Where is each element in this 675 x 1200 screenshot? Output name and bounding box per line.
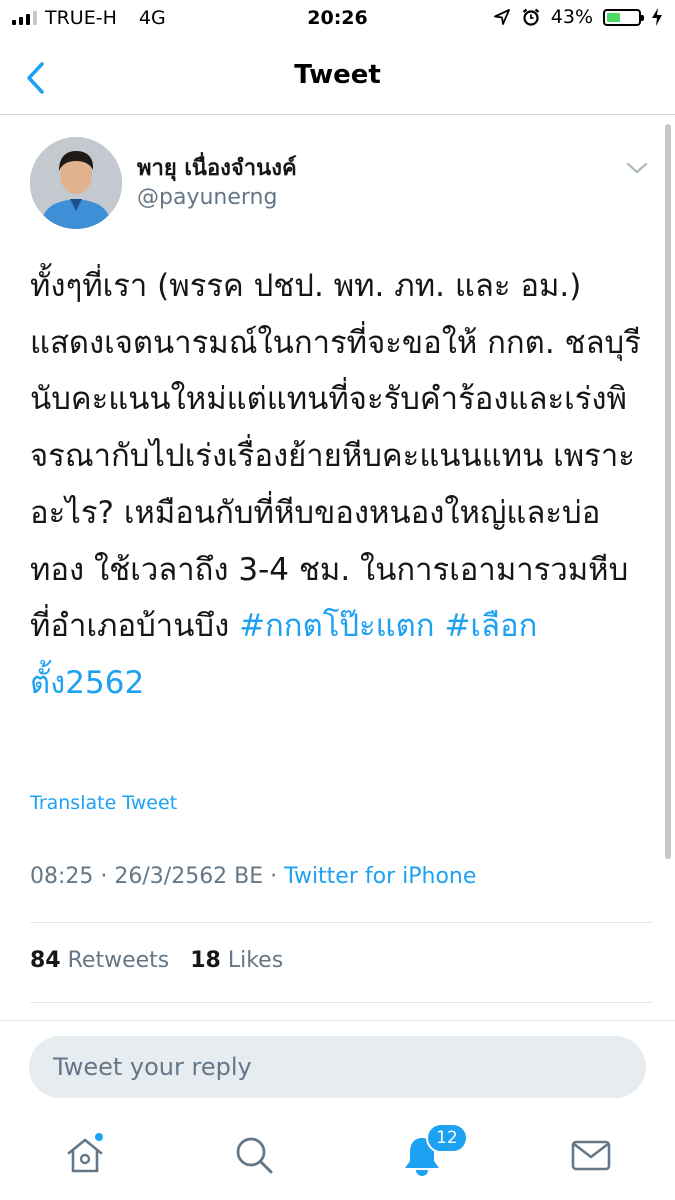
tweet-detail-screen: TRUE-H 4G 20:26 43% Tweet พายุ เนื่องจำน… (0, 0, 675, 1200)
navigation-bar: Tweet (0, 40, 675, 115)
retweets-count: 84 (30, 948, 61, 973)
likes-stat[interactable]: 18 Likes (190, 948, 283, 973)
avatar[interactable] (30, 137, 122, 229)
likes-count: 18 (190, 948, 221, 973)
translate-tweet-link[interactable]: Translate Tweet (30, 792, 177, 814)
tweet-timestamp: 08:25 · 26/3/2562 BE · (30, 864, 285, 889)
battery-icon (603, 8, 644, 26)
divider (30, 1002, 652, 1003)
mail-icon[interactable] (569, 1133, 613, 1177)
location-arrow-icon (493, 9, 510, 25)
tweet-stats: 84 Retweets 18 Likes (30, 948, 283, 973)
page-title: Tweet (294, 60, 381, 90)
notifications-badge: 12 (426, 1123, 468, 1153)
divider (30, 922, 652, 923)
tweet-body-text: ทั้งๆที่เรา (พรรค ปชป. พท. ภท. และ อม.) … (30, 268, 641, 645)
retweets-label: Retweets (67, 948, 170, 973)
battery-percent: 43% (550, 6, 593, 28)
retweets-stat[interactable]: 84 Retweets (30, 948, 169, 973)
likes-label: Likes (227, 948, 284, 973)
status-right: 43% (493, 6, 663, 28)
hashtag-link[interactable]: #กกตโป๊ะแตก (239, 608, 435, 644)
home-icon[interactable] (63, 1133, 107, 1177)
caret-down-icon[interactable] (624, 158, 650, 178)
author-handle[interactable]: @payunerng (137, 185, 277, 210)
reply-input[interactable] (29, 1036, 646, 1098)
bottom-panel (0, 1020, 675, 1200)
tweet-text: ทั้งๆที่เรา (พรรค ปชป. พท. ภท. และ อม.) … (30, 258, 642, 712)
status-bar: TRUE-H 4G 20:26 43% (0, 0, 675, 40)
tweet-source-link[interactable]: Twitter for iPhone (284, 864, 476, 889)
alarm-icon (522, 8, 539, 26)
scrollbar[interactable] (665, 124, 671, 859)
author-name[interactable]: พายุ เนื่องจำนงค์ (137, 150, 297, 185)
search-icon[interactable] (232, 1133, 276, 1177)
tweet-metadata: 08:25 · 26/3/2562 BE · Twitter for iPhon… (30, 864, 476, 889)
charging-bolt-icon (652, 8, 662, 26)
